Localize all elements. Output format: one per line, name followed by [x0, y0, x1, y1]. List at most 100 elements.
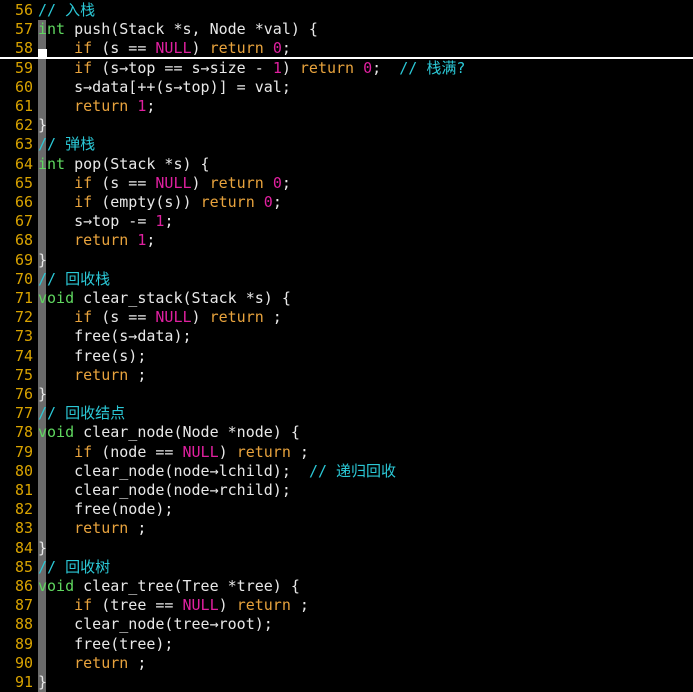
- code-line[interactable]: 64 int pop(Stack *s) {: [0, 155, 693, 174]
- code-line[interactable]: 77 // 回收结点: [0, 404, 693, 423]
- line-content[interactable]: void clear_tree(Tree *tree) {: [38, 577, 300, 596]
- token-ctl: if: [74, 173, 93, 192]
- line-content[interactable]: void clear_node(Node *node) {: [38, 423, 300, 442]
- line-content[interactable]: clear_node(node→lchild); // 递归回收: [38, 462, 396, 481]
- code-line[interactable]: 83 return ;: [0, 519, 693, 538]
- line-content[interactable]: s→data[++(s→top)] = val;: [38, 78, 291, 97]
- line-content[interactable]: if (s == NULL) return ;: [38, 308, 282, 327]
- line-content[interactable]: }: [38, 116, 47, 135]
- line-content[interactable]: free(node);: [38, 500, 173, 519]
- line-content[interactable]: if (node == NULL) return ;: [38, 443, 309, 462]
- code-line[interactable]: 74 free(s);: [0, 347, 693, 366]
- line-content[interactable]: // 回收树: [38, 558, 110, 577]
- token-plain: ): [191, 39, 210, 58]
- code-line[interactable]: 88 clear_node(tree→root);: [0, 615, 693, 634]
- line-content[interactable]: // 入栈: [38, 1, 95, 20]
- line-content[interactable]: return ;: [38, 366, 146, 385]
- code-line[interactable]: 82 free(node);: [0, 500, 693, 519]
- line-content[interactable]: }: [38, 251, 47, 270]
- line-content[interactable]: return 1;: [38, 231, 155, 250]
- code-line[interactable]: 89 free(tree);: [0, 635, 693, 654]
- line-content[interactable]: free(s→data);: [38, 327, 191, 346]
- code-line[interactable]: 63 // 弹栈: [0, 135, 693, 154]
- line-content[interactable]: return ;: [38, 654, 146, 673]
- line-content[interactable]: }: [38, 385, 47, 404]
- line-content[interactable]: free(tree);: [38, 635, 173, 654]
- code-line[interactable]: 85 // 回收树: [0, 558, 693, 577]
- code-line[interactable]: 84}: [0, 539, 693, 558]
- line-content[interactable]: void clear_stack(Stack *s) {: [38, 289, 291, 308]
- token-cmt: // 回收树: [38, 557, 111, 576]
- code-line[interactable]: 86 void clear_tree(Tree *tree) {: [0, 577, 693, 596]
- line-content[interactable]: int pop(Stack *s) {: [38, 155, 210, 174]
- code-line[interactable]: 69}: [0, 251, 693, 270]
- code-line[interactable]: 90 return ;: [0, 654, 693, 673]
- code-line[interactable]: 71 void clear_stack(Stack *s) {: [0, 289, 693, 308]
- code-line[interactable]: 79 if (node == NULL) return ;: [0, 443, 693, 462]
- code-line[interactable]: 80 clear_node(node→lchild); // 递归回收: [0, 462, 693, 481]
- token-plain: (s ==: [92, 39, 156, 58]
- code-line[interactable]: 73 free(s→data);: [0, 327, 693, 346]
- token-plain: (s ==: [92, 308, 156, 327]
- token-plain: ;: [263, 308, 282, 327]
- code-line[interactable]: 57 int push(Stack *s, Node *val) {: [0, 20, 693, 39]
- code-line[interactable]: 78 void clear_node(Node *node) {: [0, 423, 693, 442]
- code-line[interactable]: 87 if (tree == NULL) return ;: [0, 596, 693, 615]
- line-content[interactable]: // 回收栈: [38, 270, 110, 289]
- line-content[interactable]: clear_node(tree→root);: [38, 615, 273, 634]
- line-content[interactable]: if (tree == NULL) return ;: [38, 596, 309, 615]
- code-line[interactable]: 81 clear_node(node→rchild);: [0, 481, 693, 500]
- line-content[interactable]: }: [38, 673, 47, 692]
- code-line[interactable]: 66 if (empty(s)) return 0;: [0, 193, 693, 212]
- code-line[interactable]: 61 return 1;: [0, 97, 693, 116]
- line-content[interactable]: // 弹栈: [38, 135, 95, 154]
- line-content[interactable]: if (empty(s)) return 0;: [38, 193, 282, 212]
- code-line[interactable]: 67 s→top -= 1;: [0, 212, 693, 231]
- token-plain: ;: [290, 596, 309, 615]
- code-line[interactable]: 60 s→data[++(s→top)] = val;: [0, 78, 693, 97]
- code-editor[interactable]: 56 // 入栈 57 int push(Stack *s, Node *val) {…: [0, 0, 693, 692]
- token-cmt: // 弹栈: [38, 135, 96, 154]
- token-cmt: // 栈满?: [399, 58, 466, 77]
- line-content[interactable]: }: [38, 539, 47, 558]
- token-plain: ;: [372, 58, 400, 77]
- code-line[interactable]: 68 return 1;: [0, 231, 693, 250]
- line-number: 76: [14, 385, 33, 403]
- line-content[interactable]: s→top -= 1;: [38, 212, 173, 231]
- code-line[interactable]: 56 // 入栈: [0, 1, 693, 20]
- line-content[interactable]: clear_node(node→rchild);: [38, 481, 291, 500]
- token-plain: ;: [146, 231, 156, 250]
- line-content[interactable]: free(s);: [38, 347, 146, 366]
- code-line[interactable]: 59 if (s→top == s→size - 1) return 0; //…: [0, 59, 693, 78]
- line-number: 61: [14, 97, 33, 115]
- line-content[interactable]: return 1;: [38, 97, 155, 116]
- line-number: 77: [14, 404, 33, 423]
- line-content[interactable]: return ;: [38, 519, 146, 538]
- line-content[interactable]: int push(Stack *s, Node *val) {: [38, 20, 318, 39]
- code-line[interactable]: 75 return ;: [0, 366, 693, 385]
- token-cmt: // 回收栈: [38, 269, 111, 288]
- code-line[interactable]: 70 // 回收栈: [0, 270, 693, 289]
- line-content[interactable]: // 回收结点: [38, 404, 125, 423]
- line-number: 69: [14, 250, 33, 269]
- line-number: 85: [14, 557, 33, 576]
- line-number: 56: [14, 1, 33, 19]
- code-line[interactable]: 72 if (s == NULL) return ;: [0, 308, 693, 327]
- token-plain: ;: [164, 212, 174, 231]
- code-line[interactable]: 62}: [0, 116, 693, 135]
- code-line[interactable]: 58 if (s == NULL) return 0;: [0, 39, 693, 59]
- token-plain: }: [38, 538, 48, 557]
- code-line[interactable]: 76}: [0, 385, 693, 404]
- line-number: 71: [14, 289, 33, 307]
- code-line[interactable]: 65 if (s == NULL) return 0;: [0, 174, 693, 193]
- token-kw: void: [38, 577, 75, 595]
- token-plain: ): [281, 58, 300, 77]
- line-content[interactable]: if (s→top == s→size - 1) return 0; // 栈满…: [38, 59, 465, 78]
- line-content[interactable]: if (s == NULL) return 0;: [38, 174, 291, 193]
- code-line[interactable]: 91}: [0, 673, 693, 692]
- line-number: 82: [14, 500, 33, 519]
